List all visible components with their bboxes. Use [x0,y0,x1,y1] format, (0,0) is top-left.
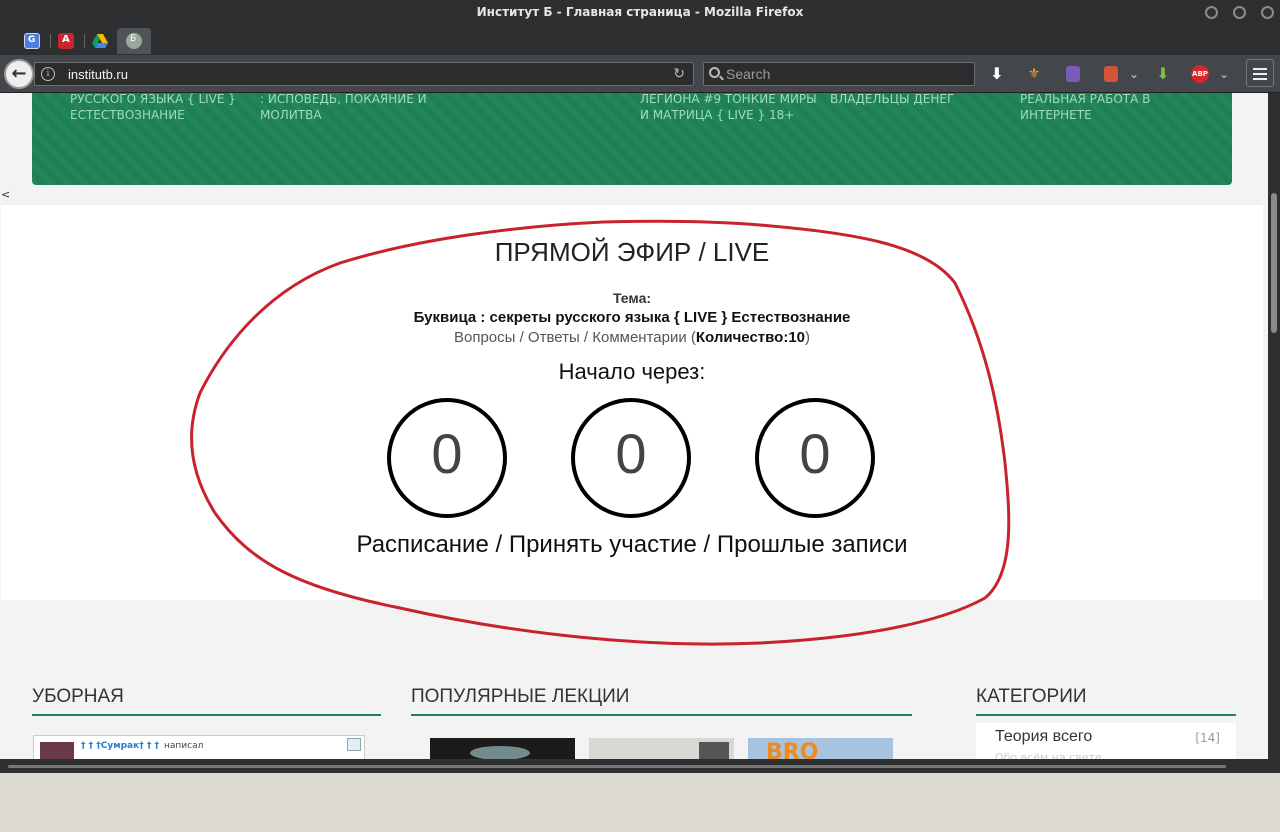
close-window-button[interactable] [1261,6,1274,19]
banner-item[interactable]: ЛЕГИОНА #9 ТОНКИЕ МИРЫ И МАТРИЦА { LIVE … [640,93,820,123]
extension-icon[interactable] [1063,64,1083,84]
carousel-prev-arrow[interactable]: < [1,188,10,201]
extension-icon[interactable] [1101,64,1121,84]
tab-institutb[interactable]: Б [117,28,151,54]
participate-link[interactable]: Принять участие [509,531,697,558]
banner-item[interactable]: РУССКОГО ЯЗЫКА { LIVE } ЕСТЕСТВОЗНАНИЕ [70,93,245,123]
scrollbar-thumb[interactable] [1271,193,1277,333]
profile-card-icon[interactable] [347,738,361,751]
desktop-background [0,773,1280,832]
window-titlebar: Институт Б - Главная страница - Mozilla … [0,0,1280,25]
lecture-thumbnail[interactable] [430,738,575,759]
qa-close: ) [805,329,811,346]
menu-button[interactable] [1246,59,1274,87]
chevron-down-icon[interactable]: ⌄ [1124,64,1144,84]
category-name[interactable]: Теория всего [995,728,1092,746]
back-button[interactable]: ← [4,59,34,89]
page-viewport: РУССКОГО ЯЗЫКА { LIVE } ЕСТЕСТВОЗНАНИЕ :… [0,93,1268,759]
category-item[interactable]: Теория всего [14] Обо всём на свете [976,723,1236,759]
past-records-link[interactable]: Прошлые записи [717,531,908,558]
live-title: ПРЯМОЙ ЭФИР / LIVE [494,237,770,267]
chat-wrote-label: написал [164,741,204,751]
section-underline [411,714,912,716]
banner-item[interactable]: ВЛАДЕЛЬЦЫ ДЕНЕГ [830,93,1010,107]
google-drive-icon [92,34,108,48]
link-separator: / [696,531,717,558]
category-description: Обо всём на свете [995,751,1102,759]
section-heading-left: УБОРНАЯ [32,686,124,707]
banner-item[interactable]: : ИСПОВЕДЬ, ПОКАЯНИЕ И МОЛИТВА [260,93,445,123]
horizontal-scrollbar[interactable] [0,759,1280,773]
adblock-icon[interactable]: ABP [1190,64,1210,84]
section-underline [976,714,1236,716]
section-heading-right: КАТЕГОРИИ [976,686,1087,707]
search-icon [709,67,720,78]
vertical-scrollbar[interactable] [1268,93,1280,759]
section-underline [32,714,381,716]
qa-text[interactable]: Вопросы / Ответы / Комментарии ( [454,329,696,346]
lecture-thumbnail[interactable] [589,738,734,759]
minimize-button[interactable] [1205,6,1218,19]
featured-banner: РУССКОГО ЯЗЫКА { LIVE } ЕСТЕСТВОЗНАНИЕ :… [32,93,1232,185]
chevron-down-icon[interactable]: ⌄ [1214,64,1234,84]
google-translate-icon: G [24,33,40,49]
qa-link[interactable]: Вопросы / Ответы / Комментарии (Количест… [1,329,1263,346]
category-count: [14] [1195,731,1220,745]
countdown-hours: 0 [387,398,507,518]
scrollbar-thumb[interactable] [8,765,1226,768]
tab-google-translate[interactable]: G [15,28,49,54]
tab-acrobat[interactable]: A [49,28,83,54]
info-icon[interactable]: i [41,67,55,81]
reload-icon[interactable]: ↻ [673,66,685,82]
tab-google-drive[interactable] [83,28,117,54]
window-title: Институт Б - Главная страница - Mozilla … [476,5,804,19]
maximize-button[interactable] [1233,6,1246,19]
section-heading-middle: ПОПУЛЯРНЫЕ ЛЕКЦИИ [411,686,630,707]
url-bar[interactable]: i institutb.ru ↻ [34,62,694,86]
navigation-toolbar: ← i institutb.ru ↻ ⬇ ⚜ ⌄ ⬇ ABP ⌄ [0,55,1280,93]
live-links: Расписание / Принять участие / Прошлые з… [1,531,1263,559]
search-bar[interactable] [703,62,975,86]
countdown-seconds: 0 [755,398,875,518]
theme-label: Тема: [612,290,652,306]
link-separator: / [488,531,509,558]
chat-username[interactable]: † † †Сумрак† † † [81,741,159,751]
site-favicon: Б [126,33,142,49]
schedule-link[interactable]: Расписание [356,531,488,558]
acrobat-icon: A [58,33,74,49]
lecture-thumbnail[interactable]: BRO [748,738,893,759]
qa-count: Количество:10 [695,329,806,346]
url-text[interactable]: institutb.ru [68,67,128,82]
search-input[interactable] [726,65,966,83]
tab-bar: G A Б + [0,25,1280,75]
avatar[interactable] [40,742,74,759]
starts-in-label: Начало через: [558,359,706,384]
countdown-minutes: 0 [571,398,691,518]
chat-message: † † †Сумрак† † † написал [33,735,365,759]
theme-title[interactable]: Буквица : секреты русского языка { LIVE … [1,309,1263,326]
download-icon[interactable]: ⬇ [987,64,1007,84]
download-helper-icon[interactable]: ⬇ [1153,64,1173,84]
extension-icon[interactable]: ⚜ [1024,64,1044,84]
live-broadcast-section: ПРЯМОЙ ЭФИР / LIVE Тема: Буквица : секре… [1,205,1263,600]
banner-item[interactable]: РЕАЛЬНАЯ РАБОТА В ИНТЕРНЕТЕ [1020,93,1195,123]
